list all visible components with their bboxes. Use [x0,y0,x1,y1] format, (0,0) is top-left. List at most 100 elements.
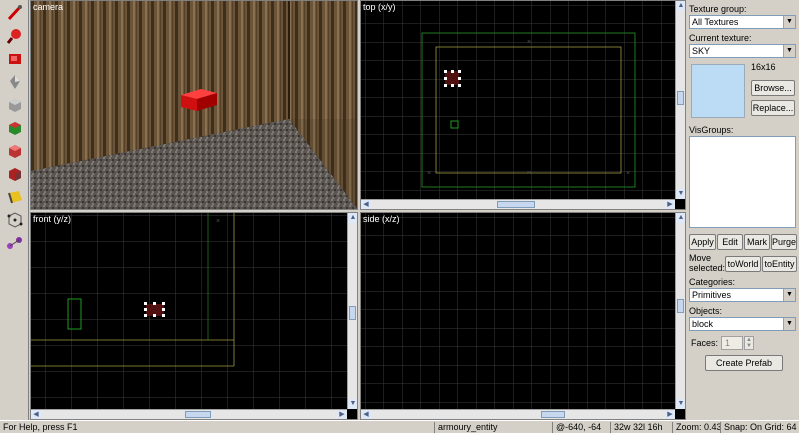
decal-tool-icon[interactable] [3,163,26,185]
scroll-thumb[interactable] [677,91,684,105]
texture-group-value: All Textures [692,17,739,27]
svg-text:×: × [216,218,220,225]
svg-text:×: × [527,39,531,46]
front-grid: × [31,213,349,411]
front-horizontal-scrollbar[interactable]: ◀ ▶ [31,409,347,419]
scroll-up-arrow-icon[interactable]: ▲ [676,213,685,223]
camera-viewport[interactable]: camera [30,0,358,210]
front-viewport[interactable]: × front (y/z) ▲ ▼ ◀ ▶ [30,212,358,420]
scroll-right-arrow-icon[interactable]: ▶ [665,410,675,419]
scroll-thumb[interactable] [185,411,211,418]
scroll-thumb[interactable] [349,306,356,320]
current-texture-value: SKY [692,46,711,56]
camera-icon[interactable] [3,48,26,70]
magnify-icon[interactable] [3,25,26,47]
scroll-left-arrow-icon[interactable]: ◀ [31,410,41,419]
scroll-down-arrow-icon[interactable]: ▼ [676,399,685,409]
side-viewport[interactable]: side (x/z) ▲ ▼ ◀ ▶ [360,212,686,420]
current-texture-label: Current texture: [689,33,752,43]
scroll-up-arrow-icon[interactable]: ▲ [348,213,357,223]
apply-texture-icon[interactable] [3,140,26,162]
texture-preview [691,64,745,118]
scroll-right-arrow-icon[interactable]: ▶ [337,410,347,419]
side-viewport-label: side (x/z) [363,214,400,224]
side-vertical-scrollbar[interactable]: ▲ ▼ [675,213,685,409]
top-vertical-scrollbar[interactable]: ▲ ▼ [675,1,685,199]
status-snap: Snap: On Grid: 64 [720,422,799,433]
path-tool-icon[interactable] [3,232,26,254]
faces-field[interactable]: 1 [721,336,743,350]
objects-value: block [692,319,714,329]
status-coords: @-640, -64 [552,422,610,433]
faces-row: Faces: 1 ▲ ▼ [689,336,797,352]
texture-application-icon[interactable] [3,117,26,139]
svg-text:×: × [626,170,630,177]
scroll-thumb[interactable] [677,299,684,313]
apply-button[interactable]: Apply [689,234,716,250]
mark-button[interactable]: Mark [744,234,770,250]
entity-tool-icon[interactable] [3,71,26,93]
to-world-button[interactable]: toWorld [725,256,761,272]
scroll-down-arrow-icon[interactable]: ▼ [348,399,357,409]
purge-button[interactable]: Purge [771,234,797,250]
to-entity-button[interactable]: toEntity [762,256,797,272]
camera-viewport-label: camera [33,2,64,12]
selection-handles-top [444,70,461,87]
create-prefab-button[interactable]: Create Prefab [705,355,783,371]
visgroups-list[interactable] [689,136,796,228]
svg-text:×: × [527,170,531,177]
scroll-up-arrow-icon[interactable]: ▲ [676,1,685,11]
status-zoom: Zoom: 0.43 [672,422,720,433]
objects-select[interactable]: block ▼ [689,317,796,331]
scroll-left-arrow-icon[interactable]: ◀ [361,200,371,209]
faces-label: Faces: [691,338,719,348]
top-viewport[interactable]: × × × × top (x/y) ▲ ▼ ◀ ▶ [360,0,686,210]
move-selected-label: Move selected: [689,253,726,273]
categories-value: Primitives [692,290,732,300]
visgroup-button-row: Apply Edit Mark Purge [689,234,797,252]
texture-size: 16x16 [751,62,776,72]
chevron-down-icon[interactable]: ▼ [783,16,795,28]
current-texture-select[interactable]: SKY ▼ [689,44,796,58]
svg-text:×: × [427,170,431,177]
faces-stepper[interactable]: ▲ ▼ [744,336,754,350]
texture-preview-area: 16x16 Browse... Replace... [689,60,797,118]
texture-object-panel: Texture group: All Textures ▼ Current te… [686,0,799,420]
scroll-thumb[interactable] [541,411,565,418]
front-viewport-label: front (y/z) [33,214,72,224]
browse-button[interactable]: Browse... [751,80,795,96]
chevron-down-icon[interactable]: ▼ [783,318,795,330]
status-help-text: For Help, press F1 [3,422,78,432]
scroll-down-arrow-icon[interactable]: ▼ [676,189,685,199]
replace-button[interactable]: Replace... [751,100,795,116]
vertex-manipulation-icon[interactable] [3,209,26,231]
scroll-left-arrow-icon[interactable]: ◀ [361,410,371,419]
chevron-down-icon[interactable]: ▼ [783,289,795,301]
categories-select[interactable]: Primitives ▼ [689,288,796,302]
hammer-editor-window: camera × × × × top (x/y) ▲ ▼ ◀ ▶ × front… [0,0,799,433]
texture-group-select[interactable]: All Textures ▼ [689,15,796,29]
block-tool-icon[interactable] [3,94,26,116]
top-horizontal-scrollbar[interactable]: ◀ ▶ [361,199,675,209]
camera-scene [31,1,357,209]
texture-group-label: Texture group: [689,4,747,14]
scroll-right-arrow-icon[interactable]: ▶ [665,200,675,209]
edit-button[interactable]: Edit [717,234,743,250]
side-horizontal-scrollbar[interactable]: ◀ ▶ [361,409,675,419]
chevron-down-icon[interactable]: ▼ [783,45,795,57]
scroll-thumb[interactable] [497,201,535,208]
status-entity: armoury_entity [434,422,552,433]
top-viewport-label: top (x/y) [363,2,396,12]
objects-label: Objects: [689,306,723,316]
status-bar: For Help, press F1 armoury_entity @-640,… [0,420,799,433]
move-selected-row: Move selected: toWorld toEntity [689,253,797,275]
tool-palette [0,0,29,420]
categories-label: Categories: [689,277,736,287]
side-grid [361,213,677,411]
status-size: 32w 32l 16h [610,422,670,433]
visgroups-label: VisGroups: [689,125,734,135]
selection-pointer-icon[interactable] [3,2,26,24]
front-vertical-scrollbar[interactable]: ▲ ▼ [347,213,357,409]
clipping-tool-icon[interactable] [3,186,26,208]
selection-handles-front [144,302,165,317]
